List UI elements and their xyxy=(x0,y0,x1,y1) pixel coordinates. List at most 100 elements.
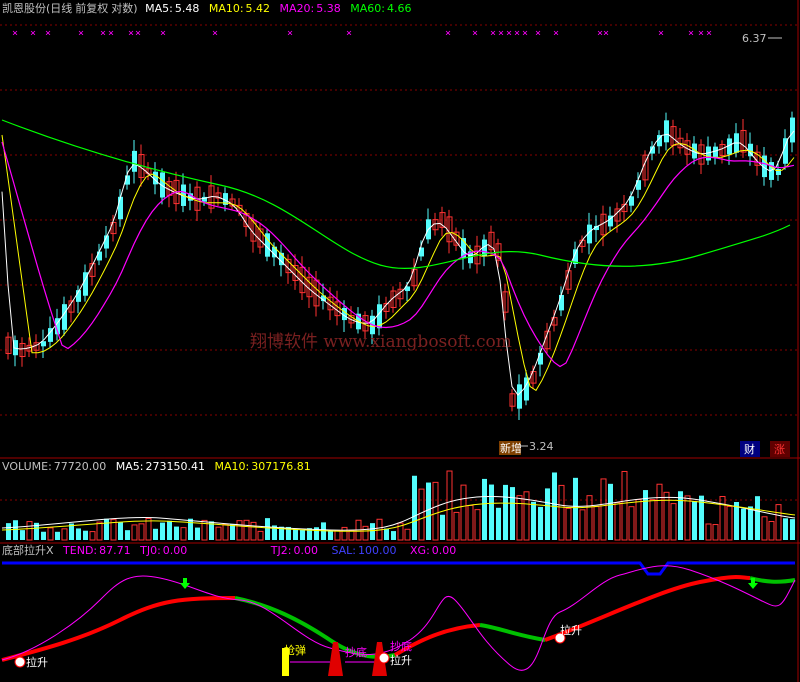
ma10-value: 5.42 xyxy=(246,2,271,15)
volume-bar-down xyxy=(678,491,683,540)
xg-value: 0.00 xyxy=(432,544,457,557)
x-marker: × xyxy=(514,28,520,39)
low-marker: 新增 3.24 xyxy=(499,440,554,455)
volume-bar-up xyxy=(404,528,411,541)
ma20-value: 5.38 xyxy=(316,2,341,15)
badge-cai-label: 财 xyxy=(744,442,755,456)
volume-bar-up xyxy=(579,509,586,541)
x-marker: × xyxy=(498,28,504,39)
ma60-value: 4.66 xyxy=(387,2,412,15)
volume-bar-down xyxy=(41,531,46,540)
volume-bar-up xyxy=(61,528,68,541)
tj0-value: 0.00 xyxy=(163,544,188,557)
volume-bar-up xyxy=(684,495,691,541)
volume-bar-up xyxy=(145,517,152,541)
volume-bar-down xyxy=(195,527,200,540)
volume-bars[interactable] xyxy=(6,470,795,541)
volume-bar-up xyxy=(712,524,719,541)
x-marker: × xyxy=(45,28,51,39)
volume-bar-down xyxy=(440,514,445,540)
x-marker: × xyxy=(535,28,541,39)
sal-value: 100.00 xyxy=(358,544,397,557)
x-marker: × xyxy=(108,28,114,39)
price-title: 凯恩股份(日线 前复权 对数) MA5: 5.48 MA10: 5.42 MA20: 5.… xyxy=(2,1,411,15)
signal-lasheng-3[interactable]: 拉升 xyxy=(554,623,582,644)
candle-down xyxy=(517,384,522,409)
volume-bar-up xyxy=(516,495,523,541)
x-marker: × xyxy=(522,28,528,39)
volume-bar-up xyxy=(719,495,726,541)
x-marker: × xyxy=(78,28,84,39)
adjust: 前复权 xyxy=(75,1,108,15)
volume-bar-down xyxy=(426,482,431,540)
x-marker: × xyxy=(658,28,664,39)
volume-bar-up xyxy=(565,507,572,541)
x-marker: × xyxy=(135,28,141,39)
volume-bar-down xyxy=(482,478,487,540)
volume-bar-up xyxy=(726,505,733,541)
volume-bar-down xyxy=(20,530,25,540)
vol-ma10-value: 307176.81 xyxy=(251,460,311,473)
volume-bar-down xyxy=(734,501,739,540)
volume-title: VOLUME: 77720.00 MA5: 273150.41 MA10: 30717… xyxy=(2,460,311,473)
x-marker: × xyxy=(553,28,559,39)
x-marker: × xyxy=(160,28,166,39)
chaodi-label-2: 抄底 xyxy=(390,639,412,653)
badge-zhang[interactable]: 涨 xyxy=(770,441,790,457)
volume-bar-up xyxy=(460,484,467,541)
signal-lasheng-1[interactable]: 拉升 xyxy=(14,655,48,669)
volume-bar-down xyxy=(510,487,515,540)
volume-bar-down xyxy=(230,524,235,540)
volume-bar-up xyxy=(215,526,222,541)
volume-bar-up xyxy=(593,506,600,541)
volume-bar-down xyxy=(55,531,60,540)
candle-down xyxy=(118,196,123,220)
tj0-label: TJ0: xyxy=(139,544,161,557)
candle-down xyxy=(664,120,669,143)
high-marker: 6.37 xyxy=(742,32,782,45)
vol-label: VOLUME: xyxy=(2,460,52,473)
blue-level-line xyxy=(2,561,795,576)
volume-bar-up xyxy=(243,519,250,541)
volume-bar-down xyxy=(328,531,333,540)
volume-bar-up xyxy=(362,525,369,541)
x-marker: × xyxy=(603,28,609,39)
volume-bar-down xyxy=(293,528,298,540)
stock-chart[interactable]: × × × × × × × × × × × × × × × × × × × × × × × × × × × 凯恩股份(日线 前复权 对数… xyxy=(0,0,800,682)
down-arrow-icon xyxy=(180,578,190,589)
ma5-label: MA5: xyxy=(145,2,173,15)
x-marker: × xyxy=(30,28,36,39)
volume-bar-up xyxy=(635,499,642,541)
volume-bar-up xyxy=(453,511,460,541)
ma60-label: MA60: xyxy=(350,2,385,15)
candle-down xyxy=(783,138,788,164)
volume-bar-down xyxy=(370,523,375,540)
x-marker: × xyxy=(128,28,134,39)
volume-bar-down xyxy=(790,519,795,540)
volume-bar-up xyxy=(236,520,243,541)
volume-bar-down xyxy=(118,522,123,540)
trend-up-segment xyxy=(1,596,236,662)
candle-down xyxy=(559,294,564,311)
volume-bar-up xyxy=(558,484,565,541)
volume-bar-up xyxy=(761,516,768,541)
signal-qiangdan[interactable]: 抢弹 xyxy=(282,643,306,676)
volume-bar-down xyxy=(538,506,543,540)
volume-bar-up xyxy=(250,521,257,541)
sal-label: SAL: xyxy=(331,544,356,557)
badge-cai[interactable]: 财 xyxy=(740,441,760,457)
volume-bar-up xyxy=(89,531,96,541)
volume-bar-down xyxy=(531,501,536,540)
volume-bar-down xyxy=(384,528,389,540)
price-moving-averages xyxy=(1,119,795,396)
volume-bar-down xyxy=(167,520,172,540)
volume-bar-down xyxy=(83,530,88,540)
tj2-label: TJ2: xyxy=(270,544,292,557)
candle-down xyxy=(538,352,543,365)
candle-down xyxy=(62,304,67,330)
qiangdan-label: 抢弹 xyxy=(284,643,306,657)
volume-bar-down xyxy=(741,508,746,540)
volume-bar-down xyxy=(608,483,613,540)
x-marker: × xyxy=(346,28,352,39)
period: 日线 xyxy=(50,1,72,15)
